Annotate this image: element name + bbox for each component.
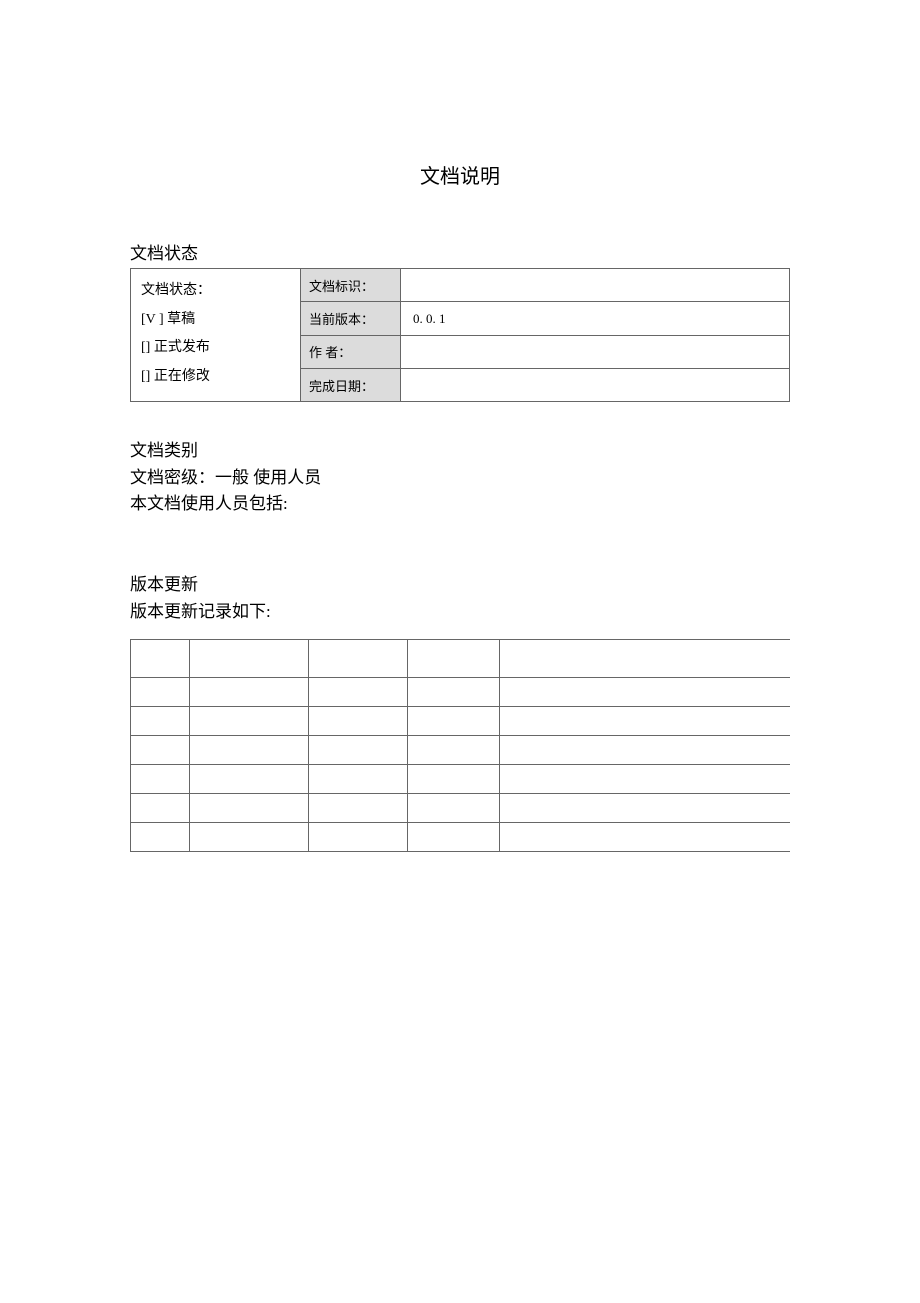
- table-cell: [500, 764, 790, 793]
- table-cell: [190, 764, 309, 793]
- doc-id-label: 文档标识：: [301, 269, 401, 302]
- table-cell: [131, 793, 190, 822]
- table-cell: [190, 706, 309, 735]
- table-cell: [309, 735, 408, 764]
- table-cell: [190, 677, 309, 706]
- table-cell: [131, 706, 190, 735]
- status-option-draft: [V ] 草稿: [141, 306, 290, 335]
- status-option-editing: [] 正在修改: [141, 363, 290, 392]
- table-cell: [500, 639, 790, 677]
- author-label: 作 者：: [301, 335, 401, 368]
- table-cell: [309, 639, 408, 677]
- table-cell: [190, 639, 309, 677]
- page-title: 文档说明: [130, 160, 790, 189]
- table-cell: [500, 735, 790, 764]
- table-cell: [407, 639, 499, 677]
- table-row: [131, 764, 791, 793]
- table-cell: [190, 822, 309, 851]
- category-line-1: 文档密级：一般 使用人员: [130, 465, 790, 491]
- version-update-heading: 版本更新: [130, 570, 790, 595]
- complete-date-label: 完成日期：: [301, 369, 401, 402]
- status-label: 文档状态：: [141, 277, 290, 306]
- table-row: [131, 735, 791, 764]
- status-option-release: [] 正式发布: [141, 334, 290, 363]
- table-cell: [500, 677, 790, 706]
- status-table: 文档状态： [V ] 草稿 [] 正式发布 [] 正在修改 文档标识： 当前版本…: [130, 268, 790, 402]
- doc-id-value: [401, 269, 790, 302]
- table-cell: [131, 639, 190, 677]
- table-cell: [500, 793, 790, 822]
- table-row: [131, 706, 791, 735]
- status-heading: 文档状态: [130, 239, 790, 264]
- table-cell: [190, 735, 309, 764]
- table-cell: [500, 706, 790, 735]
- table-cell: [190, 793, 309, 822]
- table-cell: [309, 822, 408, 851]
- table-cell: [407, 822, 499, 851]
- complete-date-value: [401, 369, 790, 402]
- table-cell: [131, 764, 190, 793]
- table-row: [131, 793, 791, 822]
- version-label: 当前版本：: [301, 302, 401, 335]
- category-heading: 文档类别: [130, 436, 790, 461]
- category-line-2: 本文档使用人员包括:: [130, 491, 790, 517]
- table-cell: [309, 764, 408, 793]
- table-cell: [131, 822, 190, 851]
- version-update-line: 版本更新记录如下:: [130, 599, 790, 625]
- table-row: [131, 677, 791, 706]
- table-row: [131, 639, 791, 677]
- version-value: 0. 0. 1: [401, 302, 790, 335]
- table-cell: [131, 735, 190, 764]
- table-cell: [407, 764, 499, 793]
- table-cell: [131, 677, 190, 706]
- status-options-cell: 文档状态： [V ] 草稿 [] 正式发布 [] 正在修改: [131, 269, 301, 402]
- table-cell: [309, 706, 408, 735]
- table-cell: [407, 793, 499, 822]
- table-cell: [407, 735, 499, 764]
- table-cell: [407, 706, 499, 735]
- table-cell: [500, 822, 790, 851]
- author-value: [401, 335, 790, 368]
- version-table: [130, 639, 790, 852]
- table-cell: [309, 677, 408, 706]
- table-cell: [407, 677, 499, 706]
- table-row: [131, 822, 791, 851]
- table-cell: [309, 793, 408, 822]
